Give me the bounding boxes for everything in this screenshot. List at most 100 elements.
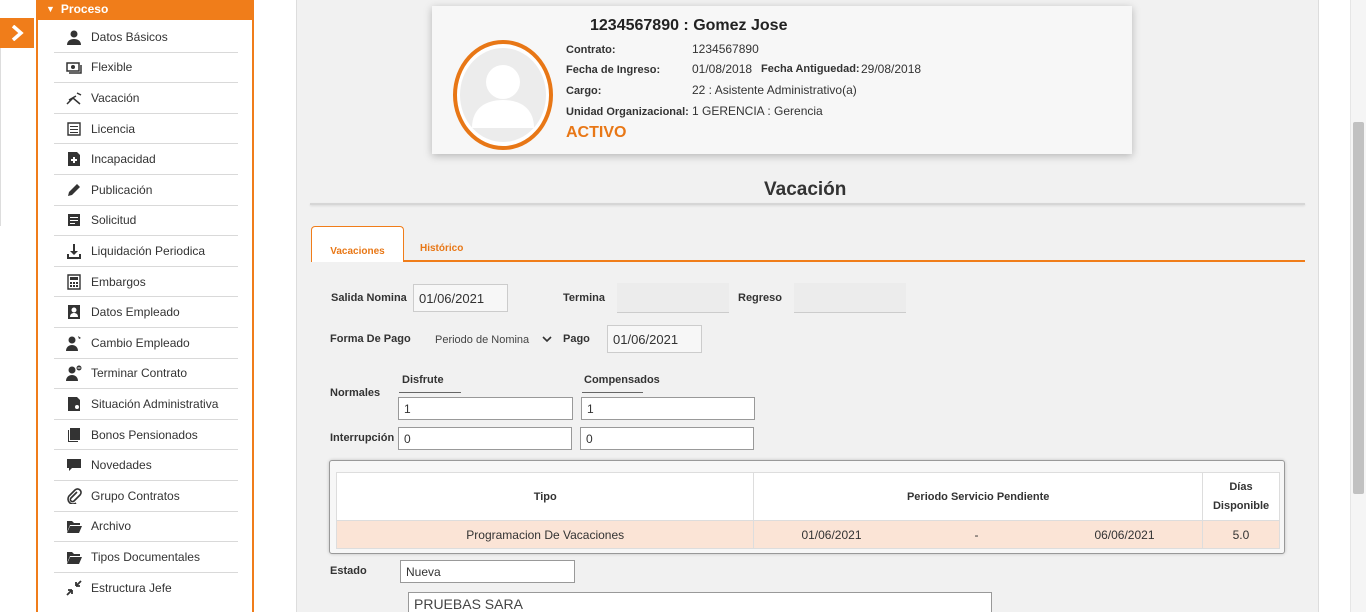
sidebar-item-label: Cambio Empleado	[91, 335, 190, 350]
sidebar-item-solicitud[interactable]: Solicitud	[54, 206, 238, 237]
sidebar-item-situacion-administrativa[interactable]: Situación Administrativa	[54, 389, 238, 420]
page-title: Vacación	[764, 179, 847, 200]
sidebar-item-flexible[interactable]: Flexible	[54, 53, 238, 84]
sidebar-item-tipos-documentales[interactable]: Tipos Documentales	[54, 542, 238, 573]
termina-label: Termina	[563, 292, 605, 304]
tab-divider	[311, 260, 1305, 262]
title-divider	[310, 203, 1305, 205]
employee-card: 1234567890 : Gomez Jose Contrato: 123456…	[432, 6, 1132, 154]
ingreso-value: 01/08/2018	[692, 62, 753, 76]
cargo-value: 22 : Asistente Administrativo(a)	[692, 83, 857, 97]
folder-open-icon	[65, 518, 83, 534]
forma-pago-select[interactable]: Periodo de Nomina	[422, 326, 554, 354]
contrato-value: 1234567890	[692, 42, 759, 56]
pago-label: Pago	[563, 333, 590, 345]
sidebar-item-datos-empleado[interactable]: Datos Empleado	[54, 297, 238, 328]
sidebar-item-label: Solicitud	[91, 213, 137, 228]
sidebar-item-label: Datos Básicos	[91, 29, 168, 44]
sidebar-item-embargos[interactable]: Embargos	[54, 267, 238, 298]
status-badge: ACTIVO	[566, 124, 627, 141]
comment-icon	[65, 457, 83, 473]
salida-label: Salida Nomina	[331, 292, 407, 304]
sidebar-item-label: Situación Administrativa	[91, 396, 219, 411]
sidebar-item-bonos-pensionados[interactable]: Bonos Pensionados	[54, 420, 238, 451]
normales-compensados-input[interactable]	[581, 397, 755, 420]
interrupcion-disfrute-input[interactable]	[398, 427, 572, 450]
salida-input[interactable]	[413, 284, 508, 312]
termina-input[interactable]	[617, 283, 729, 313]
sidebar-item-label: Estructura Jefe	[91, 580, 172, 595]
id-card-icon	[65, 304, 83, 320]
sidebar-item-label: Embargos	[91, 274, 146, 289]
scrollbar[interactable]	[1350, 0, 1366, 612]
download-icon	[65, 243, 83, 259]
folder-open-icon	[65, 549, 83, 565]
cell-periodo: 01/06/2021 - 06/06/2021	[753, 520, 1203, 549]
sidebar-item-archivo[interactable]: Archivo	[54, 512, 238, 543]
periodos-table: Tipo Periodo Servicio Pendiente Días Dis…	[335, 472, 1281, 549]
sidebar-item-label: Bonos Pensionados	[91, 427, 198, 442]
avatar	[453, 40, 553, 150]
sidebar-item-licencia[interactable]: Licencia	[54, 114, 238, 145]
sidebar-item-novedades[interactable]: Novedades	[54, 450, 238, 481]
unidad-value: 1 GERENCIA : Gerencia	[692, 104, 823, 118]
scrollbar-thumb[interactable]	[1353, 122, 1364, 494]
ingreso-label: Fecha de Ingreso:	[566, 64, 661, 76]
tab-vacaciones[interactable]: Vacaciones	[311, 226, 404, 262]
sidebar-item-label: Incapacidad	[91, 152, 156, 167]
sidebar-item-label: Liquidación Periodica	[91, 243, 206, 258]
sidebar-item-label: Licencia	[91, 121, 136, 136]
sidebar-menu: Datos Básicos Flexible Vacación Licencia…	[54, 22, 238, 603]
antiguedad-value: 29/08/2018	[861, 62, 922, 76]
estado-label: Estado	[330, 565, 367, 577]
observacion-input[interactable]	[408, 592, 992, 612]
chevron-down-icon	[542, 336, 552, 343]
normales-disfrute-input[interactable]	[398, 397, 573, 420]
estado-input[interactable]	[400, 560, 575, 583]
column-header-periodo[interactable]: Periodo Servicio Pendiente	[753, 472, 1203, 521]
table-row[interactable]: Programacion De Vacaciones 01/06/2021 - …	[335, 520, 1281, 549]
sidebar-item-label: Vacación	[91, 90, 140, 105]
interrupcion-compensados-input[interactable]	[580, 427, 754, 450]
sidebar-item-label: Flexible	[91, 60, 133, 75]
sidebar-item-incapacidad[interactable]: Incapacidad	[54, 144, 238, 175]
regreso-label: Regreso	[738, 292, 783, 304]
user-icon	[65, 29, 83, 45]
sidebar-item-label: Datos Empleado	[91, 305, 180, 320]
tab-historico[interactable]: Histórico	[420, 243, 463, 254]
sidebar-item-label: Grupo Contratos	[91, 488, 180, 503]
sidebar-header-label: Proceso	[60, 2, 109, 16]
column-header-dias[interactable]: Días Disponible	[1201, 472, 1281, 521]
sidebar-item-publicacion[interactable]: Publicación	[54, 175, 238, 206]
copy-icon	[65, 427, 83, 443]
forma-pago-value: Periodo de Nomina	[435, 334, 530, 346]
compensados-header: Compensados	[584, 374, 660, 386]
sidebar-item-datos-basicos[interactable]: Datos Básicos	[54, 22, 238, 53]
user-placeholder-icon	[472, 65, 534, 128]
column-header-tipo[interactable]: Tipo	[335, 472, 755, 521]
sidebar-item-liquidacion-periodica[interactable]: Liquidación Periodica	[54, 236, 238, 267]
sidebar-header[interactable]: ▼ Proceso	[38, 0, 252, 20]
sidebar-item-grupo-contratos[interactable]: Grupo Contratos	[54, 481, 238, 512]
sidebar-item-label: Archivo	[91, 519, 132, 534]
sidebar-item-label: Terminar Contrato	[91, 366, 188, 381]
sidebar-item-vacacion[interactable]: Vacación	[54, 83, 238, 114]
sidebar: ▼ Proceso Datos Básicos Flexible Vacació…	[36, 0, 254, 612]
compensados-underline	[582, 392, 643, 393]
cell-tipo: Programacion De Vacaciones	[335, 520, 755, 549]
unidad-label: Unidad Organizacional:	[566, 106, 689, 118]
sidebar-item-estructura-jefe[interactable]: Estructura Jefe	[54, 573, 238, 604]
contrato-label: Contrato:	[566, 44, 616, 56]
cell-desde: 01/06/2021	[801, 528, 862, 542]
document-icon	[65, 212, 83, 228]
sidebar-item-terminar-contrato[interactable]: Terminar Contrato	[54, 359, 238, 390]
sidebar-toggle-button[interactable]	[0, 18, 34, 48]
disfrute-header: Disfrute	[402, 374, 444, 386]
pago-input[interactable]	[607, 325, 702, 353]
regreso-input[interactable]	[794, 283, 906, 313]
cell-separator: -	[974, 528, 979, 542]
periodos-table-container: Tipo Periodo Servicio Pendiente Días Dis…	[329, 460, 1285, 554]
sidebar-item-cambio-empleado[interactable]: Cambio Empleado	[54, 328, 238, 359]
divider	[0, 48, 1, 226]
disfrute-underline	[399, 392, 461, 393]
